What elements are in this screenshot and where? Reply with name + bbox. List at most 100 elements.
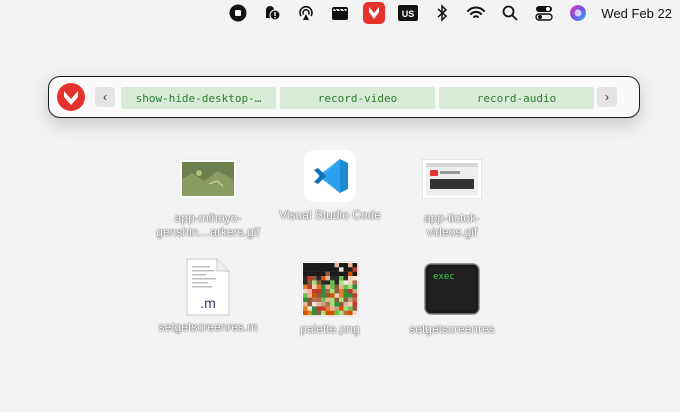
command-chip-record-video[interactable]: record-video (280, 87, 435, 109)
palette-pixel (307, 297, 313, 303)
palette-thumbnail-icon (300, 260, 360, 318)
palette-pixel (339, 302, 344, 307)
palette-pixel (343, 267, 349, 272)
chevron-right-icon: › (605, 90, 609, 104)
palette-pixel (339, 297, 344, 303)
palette-pixel (303, 289, 308, 294)
palette-pixel (316, 263, 322, 268)
siri-icon[interactable] (561, 0, 595, 26)
prev-button[interactable]: ‹ (95, 87, 115, 107)
palette-pixel (348, 284, 353, 290)
palette-pixel (330, 293, 335, 298)
palette-pixel (339, 276, 344, 281)
palette-pixel (339, 284, 344, 290)
desktop-item-matlab-file[interactable]: .m setgetscreenres.m (153, 258, 263, 334)
palette-pixel (316, 271, 322, 277)
palette-pixel (325, 280, 331, 285)
clapper-icon[interactable] (323, 0, 357, 26)
raycast-logo-icon (57, 83, 85, 111)
palette-pixel (307, 280, 313, 285)
palette-pixel (321, 297, 326, 303)
desktop-item-label: palette.png (300, 322, 360, 336)
palette-pixel (343, 284, 349, 290)
palette-pixel (343, 276, 349, 281)
palette-pixel (312, 293, 317, 298)
palette-pixel (321, 302, 326, 307)
desktop-item-label: app-mihoyo- genshin…arkers.gif (156, 211, 260, 239)
palette-pixel (303, 267, 308, 272)
palette-pixel (303, 302, 308, 307)
palette-pixel (339, 271, 344, 277)
remote-desktop-alert-icon[interactable] (255, 0, 289, 26)
palette-pixel (348, 293, 353, 298)
palette-pixel (321, 280, 326, 285)
airdrop-icon[interactable] (289, 0, 323, 26)
palette-pixel (339, 306, 344, 311)
palette-pixel (334, 289, 340, 294)
palette-pixel (334, 276, 340, 281)
desktop-item-vscode[interactable]: Visual Studio Code (275, 150, 385, 222)
raycast-app-icon[interactable] (357, 0, 391, 26)
desktop-item-genshin-gif[interactable]: app-mihoyo- genshin…arkers.gif (153, 153, 263, 239)
desktop-item-label: setgetscreenres (409, 322, 495, 336)
chevron-left-icon: ‹ (103, 90, 107, 104)
palette-pixel (352, 297, 358, 303)
desktop-item-tiktok-gif[interactable]: app-tictok- videos.gif (397, 153, 507, 239)
palette-pixel (330, 267, 335, 272)
desktop-item-palette-png[interactable]: palette.png (275, 260, 385, 336)
palette-pixel (321, 284, 326, 290)
palette-pixel (348, 280, 353, 285)
palette-pixel (339, 289, 344, 294)
next-button[interactable]: › (597, 87, 617, 107)
control-center-icon[interactable] (527, 0, 561, 26)
palette-pixel (339, 267, 344, 272)
palette-pixel (307, 284, 313, 290)
command-chip-record-audio[interactable]: record-audio (439, 87, 594, 109)
palette-pixel (330, 280, 335, 285)
palette-pixel (316, 310, 322, 316)
palette-pixel (330, 284, 335, 290)
palette-pixel (303, 297, 308, 303)
spotlight-search-icon[interactable] (493, 0, 527, 26)
palette-pixel (343, 302, 349, 307)
desktop-item-label: setgetscreenres.m (158, 320, 258, 334)
palette-pixel (352, 280, 358, 285)
palette-pixel (334, 280, 340, 285)
command-chip-show-hide-desktop[interactable]: show-hide-desktop-… (121, 87, 276, 109)
palette-pixel (330, 289, 335, 294)
palette-pixel (312, 289, 317, 294)
palette-pixel (343, 263, 349, 268)
palette-pixel (316, 267, 322, 272)
palette-pixel (352, 271, 358, 277)
palette-pixel (316, 276, 322, 281)
palette-pixel (348, 289, 353, 294)
palette-pixel (303, 271, 308, 277)
palette-pixel (330, 310, 335, 316)
palette-pixel (321, 310, 326, 316)
keyboard-layout-icon[interactable]: US (391, 0, 425, 26)
palette-pixel (312, 276, 317, 281)
menubar-clock[interactable]: Wed Feb 22 (601, 6, 672, 21)
palette-pixel (352, 289, 358, 294)
palette-pixel (339, 310, 344, 316)
palette-pixel (325, 284, 331, 290)
palette-pixel (321, 271, 326, 277)
desktop-item-executable[interactable]: exec setgetscreenres (397, 262, 507, 336)
palette-pixel (303, 276, 308, 281)
wifi-icon[interactable] (459, 0, 493, 26)
palette-pixel (334, 293, 340, 298)
bluetooth-icon[interactable] (425, 0, 459, 26)
palette-pixel (348, 297, 353, 303)
palette-pixel (321, 289, 326, 294)
palette-pixel (312, 297, 317, 303)
palette-pixel (330, 263, 335, 268)
palette-pixel (330, 271, 335, 277)
palette-pixel (303, 310, 308, 316)
file-extension-label: .m (200, 295, 216, 311)
palette-pixel (348, 302, 353, 307)
palette-pixel (307, 302, 313, 307)
palette-pixel (312, 302, 317, 307)
palette-pixel (352, 276, 358, 281)
stop-record-icon[interactable] (221, 0, 255, 26)
palette-pixel (316, 284, 322, 290)
